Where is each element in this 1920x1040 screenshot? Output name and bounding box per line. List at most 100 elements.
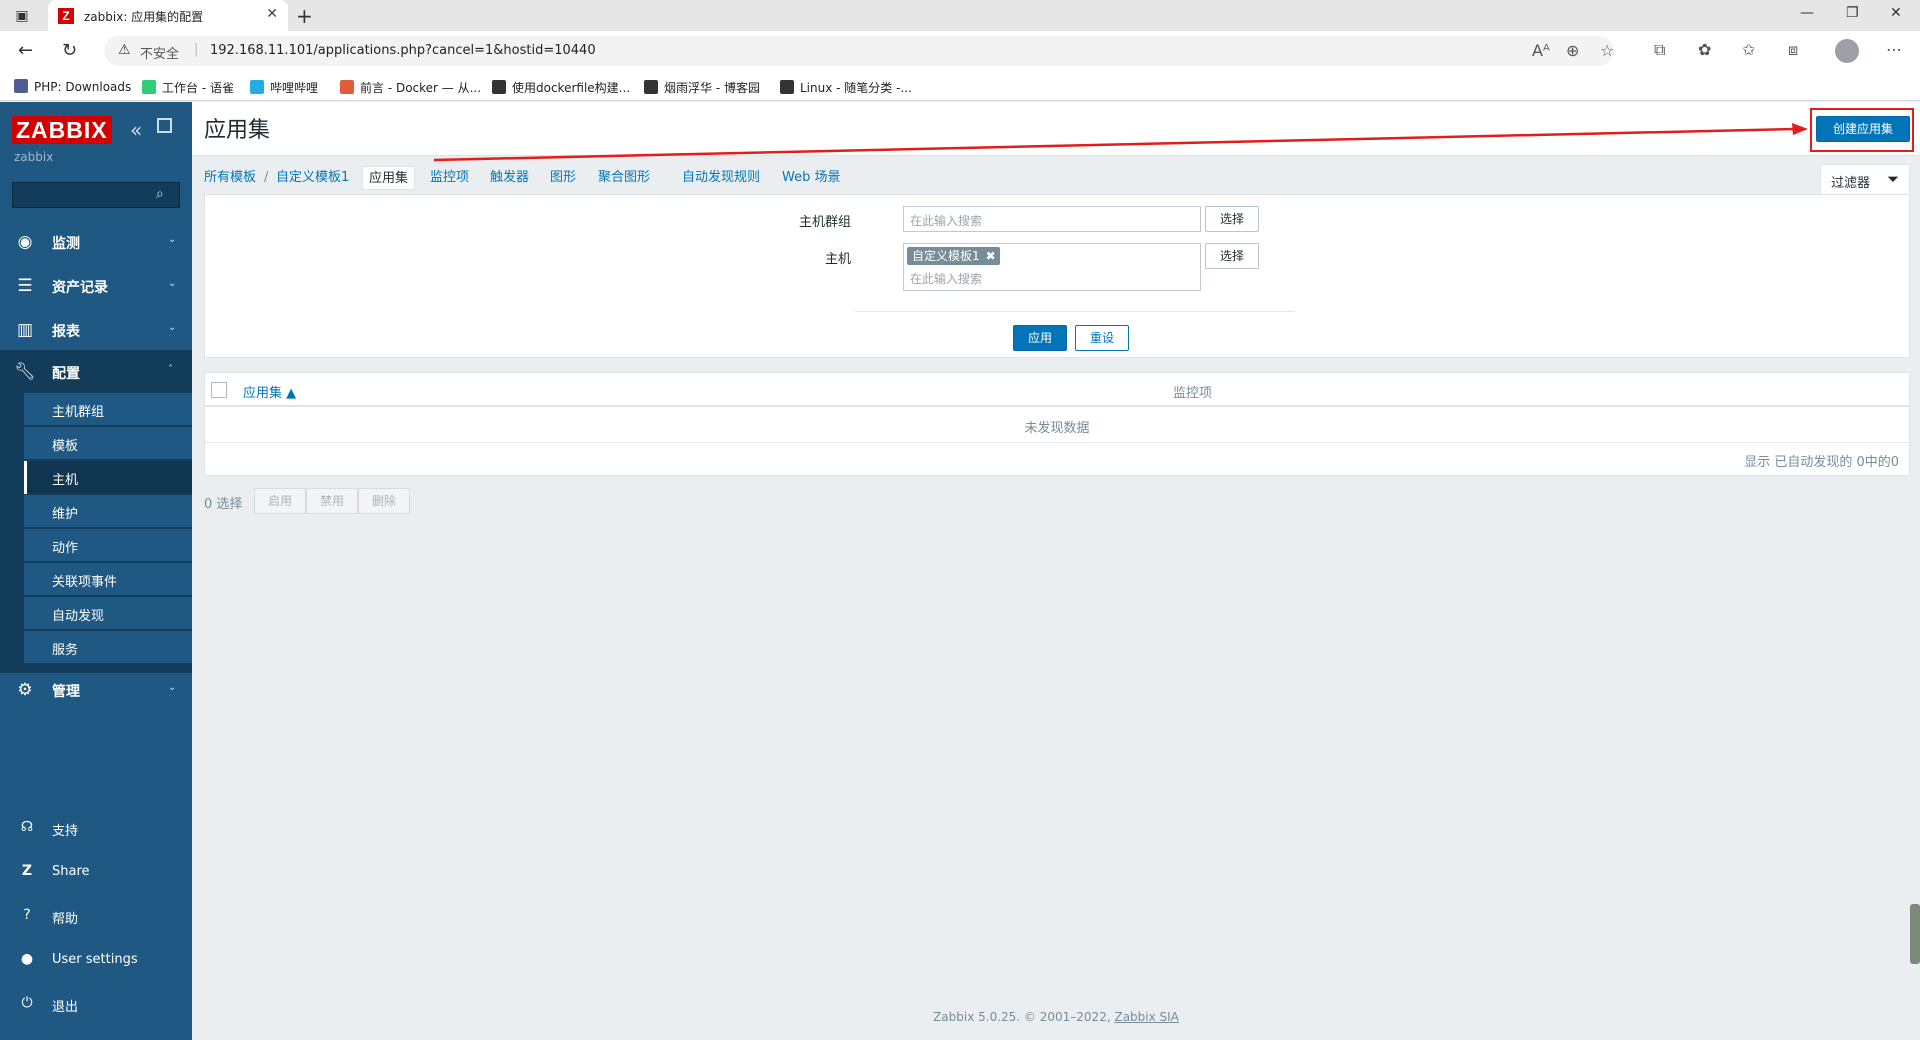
delete-button[interactable]: 删除 <box>358 488 410 514</box>
tab-items[interactable]: 监控项 <box>430 166 469 190</box>
search-icon[interactable]: ⌕ <box>156 186 164 202</box>
chart-icon: ▥ <box>16 320 34 340</box>
column-application[interactable]: 应用集 ▲ <box>243 382 296 401</box>
list-icon: ☰ <box>17 276 33 296</box>
menu-administration[interactable]: ⚙ 管理 ⌄ <box>0 668 192 712</box>
bookmark-yuque[interactable]: 工作台 - 语雀 <box>142 79 234 96</box>
favorite-add-icon[interactable]: ☆ <box>1600 41 1614 60</box>
zabbix-favicon-icon: Z <box>58 8 74 24</box>
submenu-label: 主机 <box>52 473 79 488</box>
close-tab-icon[interactable]: ✕ <box>266 6 278 22</box>
url-field[interactable]: ⚠ 不安全 | 192.168.11.101/applications.php?… <box>104 36 1614 66</box>
collections-icon[interactable]: ⧈ <box>1788 40 1798 60</box>
bookmark-docker[interactable]: 前言 - Docker — 从... <box>340 79 481 96</box>
tab-actions-icon[interactable]: ▣ <box>12 6 32 26</box>
share-link[interactable]: Z Share <box>0 852 192 892</box>
breadcrumb-template[interactable]: 自定义模板1 <box>276 166 349 190</box>
new-tab-icon[interactable]: + <box>296 4 313 28</box>
submenu-templates[interactable]: 模板 <box>24 427 192 460</box>
kiosk-mode-icon[interactable] <box>157 118 172 133</box>
disable-button[interactable]: 禁用 <box>306 488 358 514</box>
reload-icon[interactable]: ↻ <box>62 40 77 61</box>
selected-count: 0 选择 <box>204 497 243 512</box>
column-items: 监控项 <box>1173 386 1213 401</box>
tab-graphs[interactable]: 图形 <box>550 166 576 190</box>
collapse-sidebar-icon[interactable]: « <box>130 118 142 142</box>
back-icon[interactable]: ← <box>18 40 33 61</box>
url-text: 192.168.11.101/applications.php?cancel=1… <box>210 43 596 58</box>
bookmark-php[interactable]: PHP: Downloads <box>14 79 131 94</box>
scroll-widget[interactable] <box>1910 904 1920 964</box>
tab-discovery-rules[interactable]: 自动发现规则 <box>682 166 760 190</box>
favorites-icon[interactable]: ✩ <box>1742 40 1755 59</box>
reset-button[interactable]: 重设 <box>1075 325 1129 351</box>
submenu-label: 模板 <box>52 439 79 454</box>
remove-tag-icon[interactable]: ✖ <box>986 247 996 265</box>
submenu-maintenance[interactable]: 维护 <box>24 495 192 528</box>
bookmark-linux[interactable]: Linux - 随笔分类 -... <box>780 79 912 96</box>
browser-tab[interactable]: Z zabbix: 应用集的配置 ✕ <box>48 0 288 31</box>
filter-icon: ⏷ <box>1887 170 1900 188</box>
tab-triggers[interactable]: 触发器 <box>490 166 529 190</box>
submenu-host-groups[interactable]: 主机群组 <box>24 393 192 426</box>
eye-icon: ◉ <box>17 232 33 252</box>
zoom-icon[interactable]: ⊕ <box>1566 41 1579 60</box>
submenu-event-correlation[interactable]: 关联项事件 <box>24 563 192 596</box>
menu-label: 配置 <box>52 366 80 382</box>
bilibili-icon <box>250 80 264 94</box>
bookmark-cnblogs[interactable]: 烟雨浮华 - 博客园 <box>644 79 760 96</box>
host-select-button[interactable]: 选择 <box>1205 243 1259 269</box>
main-content: 应用集 创建应用集 所有模板 / 自定义模板1 应用集 监控项 触发器 图形 聚… <box>192 102 1920 1040</box>
host-tag-label: 自定义模板1 <box>912 249 980 263</box>
submenu-label: 关联项事件 <box>52 575 118 590</box>
close-window-icon[interactable]: ✕ <box>1890 5 1902 21</box>
user-settings-link[interactable]: ● User settings <box>0 940 192 980</box>
host-group-placeholder: 在此输入搜索 <box>910 214 983 228</box>
chevron-down-icon: ⌄ <box>168 682 177 693</box>
restore-icon[interactable]: ❐ <box>1846 5 1859 21</box>
url-separator: | <box>194 42 199 57</box>
submenu-actions[interactable]: 动作 <box>24 529 192 562</box>
select-all-checkbox[interactable] <box>211 382 227 398</box>
host-label: 主机 <box>824 252 851 267</box>
sidebar-search-input[interactable] <box>12 182 180 208</box>
submenu-hosts[interactable]: 主机 <box>24 461 192 494</box>
zabbix-logo[interactable]: ZABBIX <box>12 116 112 144</box>
read-aloud-icon[interactable]: Aᴬ <box>1532 41 1550 60</box>
minimize-icon[interactable]: — <box>1800 5 1814 21</box>
power-icon: ⏻ <box>21 995 33 1011</box>
logout-link[interactable]: ⏻ 退出 <box>0 984 192 1024</box>
rocket-icon <box>340 80 354 94</box>
host-input[interactable]: 自定义模板1 ✖ 在此输入搜索 <box>903 243 1201 291</box>
tab-applications[interactable]: 应用集 <box>362 166 416 190</box>
filter-toggle[interactable]: 过滤器 ⏷ <box>1820 164 1910 194</box>
submenu-discovery[interactable]: 自动发现 <box>24 597 192 630</box>
footer-link[interactable]: Zabbix SIA <box>1114 1010 1178 1024</box>
menu-label: 资产记录 <box>52 280 108 296</box>
cnblogs-icon <box>780 80 794 94</box>
table-row: 未发现数据 <box>205 409 1909 443</box>
host-group-input[interactable]: 在此输入搜索 <box>903 206 1201 232</box>
profile-avatar[interactable] <box>1835 39 1859 63</box>
bookmark-bilibili[interactable]: 哔哩哔哩 <box>250 79 318 96</box>
menu-inventory[interactable]: ☰ 资产记录 ⌄ <box>0 264 192 308</box>
submenu-services[interactable]: 服务 <box>24 631 192 664</box>
translate-icon[interactable]: ⧉ <box>1654 40 1665 60</box>
help-link[interactable]: ? 帮助 <box>0 896 192 936</box>
host-group-select-button[interactable]: 选择 <box>1205 206 1259 232</box>
breadcrumb-all-templates[interactable]: 所有模板 <box>204 166 256 190</box>
more-icon[interactable]: ⋯ <box>1886 40 1902 59</box>
extensions-icon[interactable]: ✿ <box>1698 40 1711 59</box>
bookmark-dockerfile[interactable]: 使用dockerfile构建... <box>492 79 630 96</box>
menu-monitoring[interactable]: ◉ 监测 ⌄ <box>0 220 192 264</box>
support-link[interactable]: ☊ 支持 <box>0 808 192 848</box>
enable-button[interactable]: 启用 <box>254 488 306 514</box>
menu-configuration[interactable]: 🔧︎ 配置 ˄ <box>0 350 192 394</box>
php-icon <box>14 79 28 93</box>
apply-button[interactable]: 应用 <box>1013 325 1067 351</box>
menu-reports[interactable]: ▥ 报表 ⌄ <box>0 308 192 352</box>
host-placeholder: 在此输入搜索 <box>910 272 983 286</box>
tab-web-scenarios[interactable]: Web 场景 <box>782 166 840 190</box>
user-icon: ● <box>20 951 34 967</box>
tab-screens[interactable]: 聚合图形 <box>598 166 650 190</box>
